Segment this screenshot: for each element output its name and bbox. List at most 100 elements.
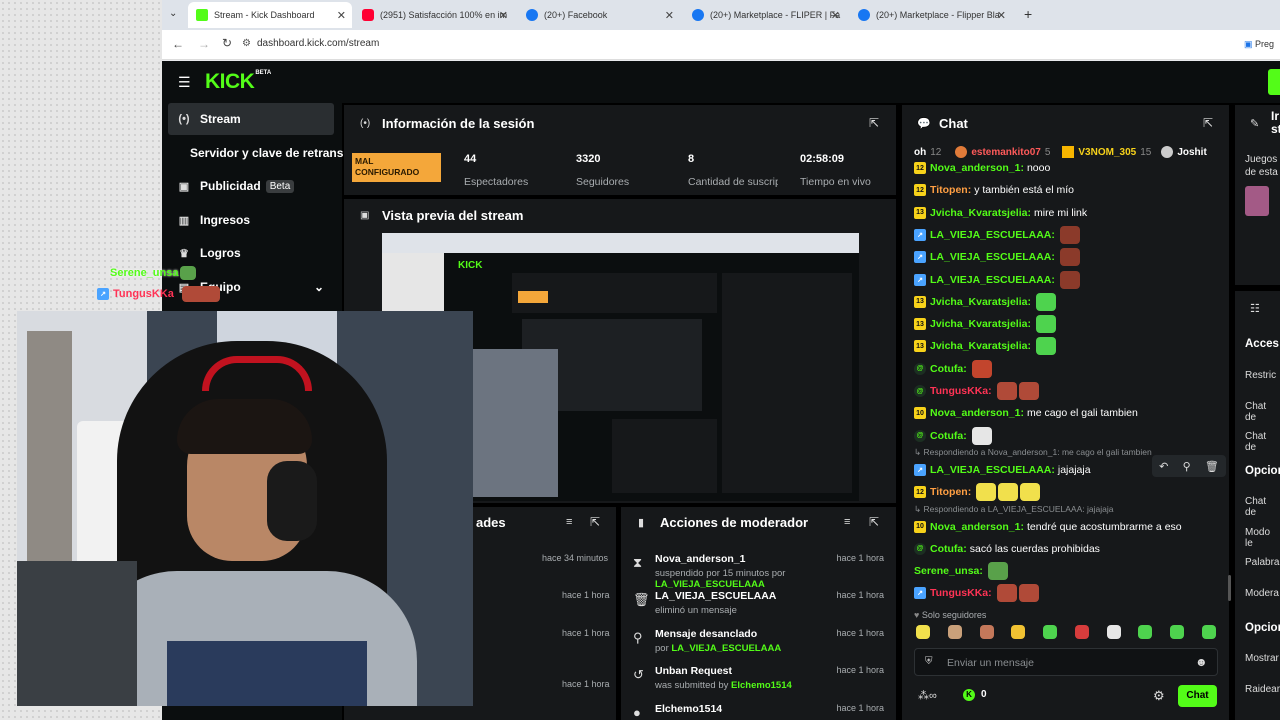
settings-gear-icon[interactable]: ⚙ — [1153, 688, 1165, 704]
url-input[interactable]: dashboard.kick.com/stream — [257, 38, 379, 49]
chat-username[interactable]: Titopen: — [930, 486, 971, 498]
close-icon[interactable]: ✕ — [997, 9, 1006, 22]
chat-message[interactable]: ↗ LA_VIEJA_ESCUELAAA: — [914, 247, 1080, 267]
chat-username[interactable]: TungusKKa: — [930, 385, 992, 397]
chat-username[interactable]: LA_VIEJA_ESCUELAAA: — [930, 229, 1055, 241]
mod-action-row[interactable]: ↺ Unban Request was submitted by Elchemo… — [630, 665, 890, 695]
back-arrow-icon[interactable]: ← — [172, 37, 184, 51]
setting-item[interactable]: Chat de — [1245, 401, 1280, 423]
mod-action-row[interactable]: ⧗ Nova_anderson_1 suspendido por 15 minu… — [630, 553, 890, 590]
go-live-button[interactable] — [1268, 69, 1280, 95]
chat-message[interactable]: @ Cotufa: — [914, 359, 992, 379]
tab-marketplace-fliper[interactable]: (20+) Marketplace - FLIPER | Fa ✕ — [684, 2, 846, 28]
menu-hamburger-icon[interactable]: ☰ — [178, 74, 191, 91]
close-icon[interactable]: ✕ — [665, 9, 674, 22]
new-tab-plus-icon[interactable]: + — [1024, 6, 1032, 22]
chat-message[interactable]: @ Cotufa: sacó las cuerdas prohibidas — [914, 539, 1100, 559]
quick-emote-icon[interactable] — [947, 625, 962, 639]
popout-icon[interactable]: ⇱ — [1203, 116, 1213, 130]
reply-context[interactable]: ↳ Respondiendo a LA_VIEJA_ESCUELAAA: jaj… — [914, 504, 1113, 515]
chat-message[interactable]: @ Cotufa: — [914, 426, 992, 446]
site-info-icon[interactable]: ⚙ — [242, 38, 251, 49]
filter-icon[interactable]: ≡ — [844, 516, 850, 528]
chat-username[interactable]: LA_VIEJA_ESCUELAAA: — [930, 251, 1055, 263]
mod-action-row[interactable]: ⚲ Mensaje desanclado por LA_VIEJA_ESCUEL… — [630, 628, 890, 658]
chat-username[interactable]: Nova_anderson_1: — [930, 521, 1024, 533]
chat-message[interactable]: 12 Nova_anderson_1: nooo — [914, 158, 1050, 178]
chat-message[interactable]: ↗ LA_VIEJA_ESCUELAAA: — [914, 225, 1080, 245]
gifter-name[interactable]: oh — [914, 147, 926, 158]
points-icon[interactable]: ⁂∞ — [918, 689, 937, 702]
quick-emote-icon[interactable] — [1011, 625, 1026, 639]
setting-item[interactable]: Chat de — [1245, 496, 1280, 518]
chat-message[interactable]: 12 Titopen: — [914, 482, 1041, 502]
chat-message[interactable]: 13 Jvicha_Kvaratsjelia: — [914, 336, 1056, 356]
chat-message[interactable]: ↗ TungusKKa: — [914, 583, 1039, 603]
gifter-name[interactable]: estemankito07 — [971, 147, 1040, 158]
close-icon[interactable]: ✕ — [337, 9, 346, 22]
gifter-name[interactable]: V3NOM_305 — [1078, 147, 1136, 158]
tab-kick-dashboard[interactable]: Stream - Kick Dashboard ✕ — [188, 2, 352, 28]
quick-emote-icon[interactable] — [979, 625, 994, 639]
chat-username[interactable]: LA_VIEJA_ESCUELAAA: — [930, 274, 1055, 286]
chat-username[interactable]: Jvicha_Kvaratsjelia: — [930, 296, 1031, 308]
filter-icon[interactable]: ≡ — [566, 516, 572, 528]
reply-icon[interactable]: ↶ — [1159, 460, 1168, 473]
quick-emote-icon[interactable] — [1043, 625, 1058, 639]
quick-emote-icon[interactable] — [1138, 625, 1153, 639]
popout-icon[interactable]: ⇱ — [869, 515, 879, 529]
setting-item[interactable]: Chat de — [1245, 431, 1280, 453]
mod-action-by[interactable]: LA_VIEJA_ESCUELAAA — [671, 643, 781, 654]
mod-action-row[interactable]: ● Elchemo1514 hace 1 hora — [630, 703, 890, 720]
forward-arrow-icon[interactable]: → — [198, 37, 210, 51]
popout-icon[interactable]: ⇱ — [590, 515, 600, 529]
chat-username[interactable]: LA_VIEJA_ESCUELAAA: — [930, 464, 1055, 476]
chat-message[interactable]: 12 Titopen: y también está el mío — [914, 180, 1074, 200]
tab-facebook[interactable]: (20+) Facebook ✕ — [518, 2, 680, 28]
chevron-down-icon[interactable]: ⌄ — [314, 280, 324, 294]
setting-item[interactable]: Modo le — [1245, 527, 1280, 549]
game-thumbnail[interactable] — [1245, 186, 1269, 216]
sidebar-item-publicidad[interactable]: ▣ Publicidad Beta — [168, 170, 334, 202]
chat-message-input[interactable]: ⛨ Enviar un mensaje ☻ — [914, 648, 1218, 676]
chat-username[interactable]: Serene_unsa: — [914, 565, 983, 577]
quick-emote-icon[interactable] — [916, 625, 930, 639]
tab-marketplace-flipper[interactable]: (20+) Marketplace - Flipper Bla ✕ — [850, 2, 1012, 28]
chat-username[interactable]: Jvicha_Kvaratsjelia: — [930, 340, 1031, 352]
chat-message[interactable]: 13 Jvicha_Kvaratsjelia: — [914, 292, 1056, 312]
quick-emote-icon[interactable] — [1170, 625, 1185, 639]
kick-logo[interactable]: KICKBETA — [205, 70, 271, 94]
reply-context[interactable]: ↳ Respondiendo a Nova_anderson_1: me cag… — [914, 447, 1152, 458]
popout-icon[interactable]: ⇱ — [869, 116, 879, 130]
chat-username[interactable]: Titopen: — [930, 184, 971, 196]
setting-item[interactable]: Raidear — [1245, 684, 1280, 695]
chat-username[interactable]: Jvicha_Kvaratsjelia: — [930, 318, 1031, 330]
quick-emote-icon[interactable] — [1074, 625, 1089, 639]
pin-icon[interactable]: ⚲ — [1183, 460, 1191, 473]
quick-emote-icon[interactable] — [1106, 625, 1121, 639]
chat-username[interactable]: Nova_anderson_1: — [930, 407, 1024, 419]
chat-username[interactable]: TungusKKa: — [930, 587, 992, 599]
close-icon[interactable]: ✕ — [499, 9, 508, 22]
quick-emote-icon[interactable] — [1201, 625, 1216, 639]
gifter-name[interactable]: Joshit — [1177, 147, 1206, 158]
mod-action-row[interactable]: 🗑 LA_VIEJA_ESCUELAAA eliminó un mensaje … — [630, 590, 890, 620]
reload-icon[interactable]: ↻ — [222, 36, 232, 50]
sidebar-item-stream[interactable]: (•) Stream — [168, 103, 334, 135]
send-chat-button[interactable]: Chat — [1178, 685, 1217, 707]
chat-message[interactable]: 10 Nova_anderson_1: tendré que acostumbrar… — [914, 517, 1182, 537]
trash-icon[interactable]: 🗑 — [1205, 460, 1219, 473]
emoji-icon[interactable]: ☻ — [1195, 655, 1208, 669]
mod-action-by[interactable]: Elchemo1514 — [731, 680, 792, 691]
chat-username[interactable]: Jvicha_Kvaratsjelia: — [930, 207, 1031, 219]
tab-youtube[interactable]: (2951) Satisfacción 100% en im ✕ — [354, 2, 514, 28]
chat-username[interactable]: Cotufa: — [930, 363, 967, 375]
chat-username[interactable]: Nova_anderson_1: — [930, 162, 1024, 174]
sidebar-item-ingresos[interactable]: ▥ Ingresos — [168, 204, 334, 236]
chat-message[interactable]: ↗ LA_VIEJA_ESCUELAAA: jajajaja — [914, 460, 1091, 480]
setting-item[interactable]: Mostrar — [1245, 653, 1279, 664]
chat-username[interactable]: Cotufa: — [930, 543, 967, 555]
mod-action-by[interactable]: LA_VIEJA_ESCUELAAA — [655, 579, 765, 590]
chat-message[interactable]: 13 Jvicha_Kvaratsjelia: — [914, 314, 1056, 334]
setting-item[interactable]: Restric — [1245, 370, 1276, 381]
